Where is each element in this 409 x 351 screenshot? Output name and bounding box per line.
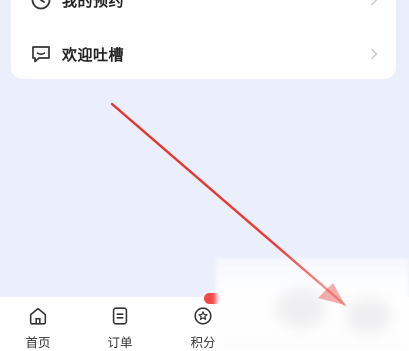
menu-item-feedback[interactable]: 欢迎吐槽	[11, 34, 396, 74]
chevron-right-icon	[371, 0, 378, 6]
tab-label: 积分	[190, 335, 216, 350]
menu-card: 我的预约 欢迎吐槽	[11, 0, 396, 79]
menu-item-label: 欢迎吐槽	[62, 45, 125, 64]
clock-icon	[31, 0, 51, 10]
order-icon	[112, 307, 128, 325]
home-icon	[29, 307, 47, 325]
blurred-overlay	[216, 258, 409, 351]
chevron-right-icon	[371, 48, 378, 60]
menu-item-my-appointments[interactable]: 我的预约	[11, 0, 396, 20]
menu-item-label: 我的预约	[62, 0, 125, 10]
points-icon	[194, 307, 212, 325]
tab-home[interactable]: 首页	[12, 297, 64, 351]
chat-icon	[32, 46, 50, 63]
tab-label: 首页	[25, 335, 51, 350]
tab-label: 订单	[107, 335, 133, 350]
tab-orders[interactable]: 订单	[94, 297, 146, 351]
